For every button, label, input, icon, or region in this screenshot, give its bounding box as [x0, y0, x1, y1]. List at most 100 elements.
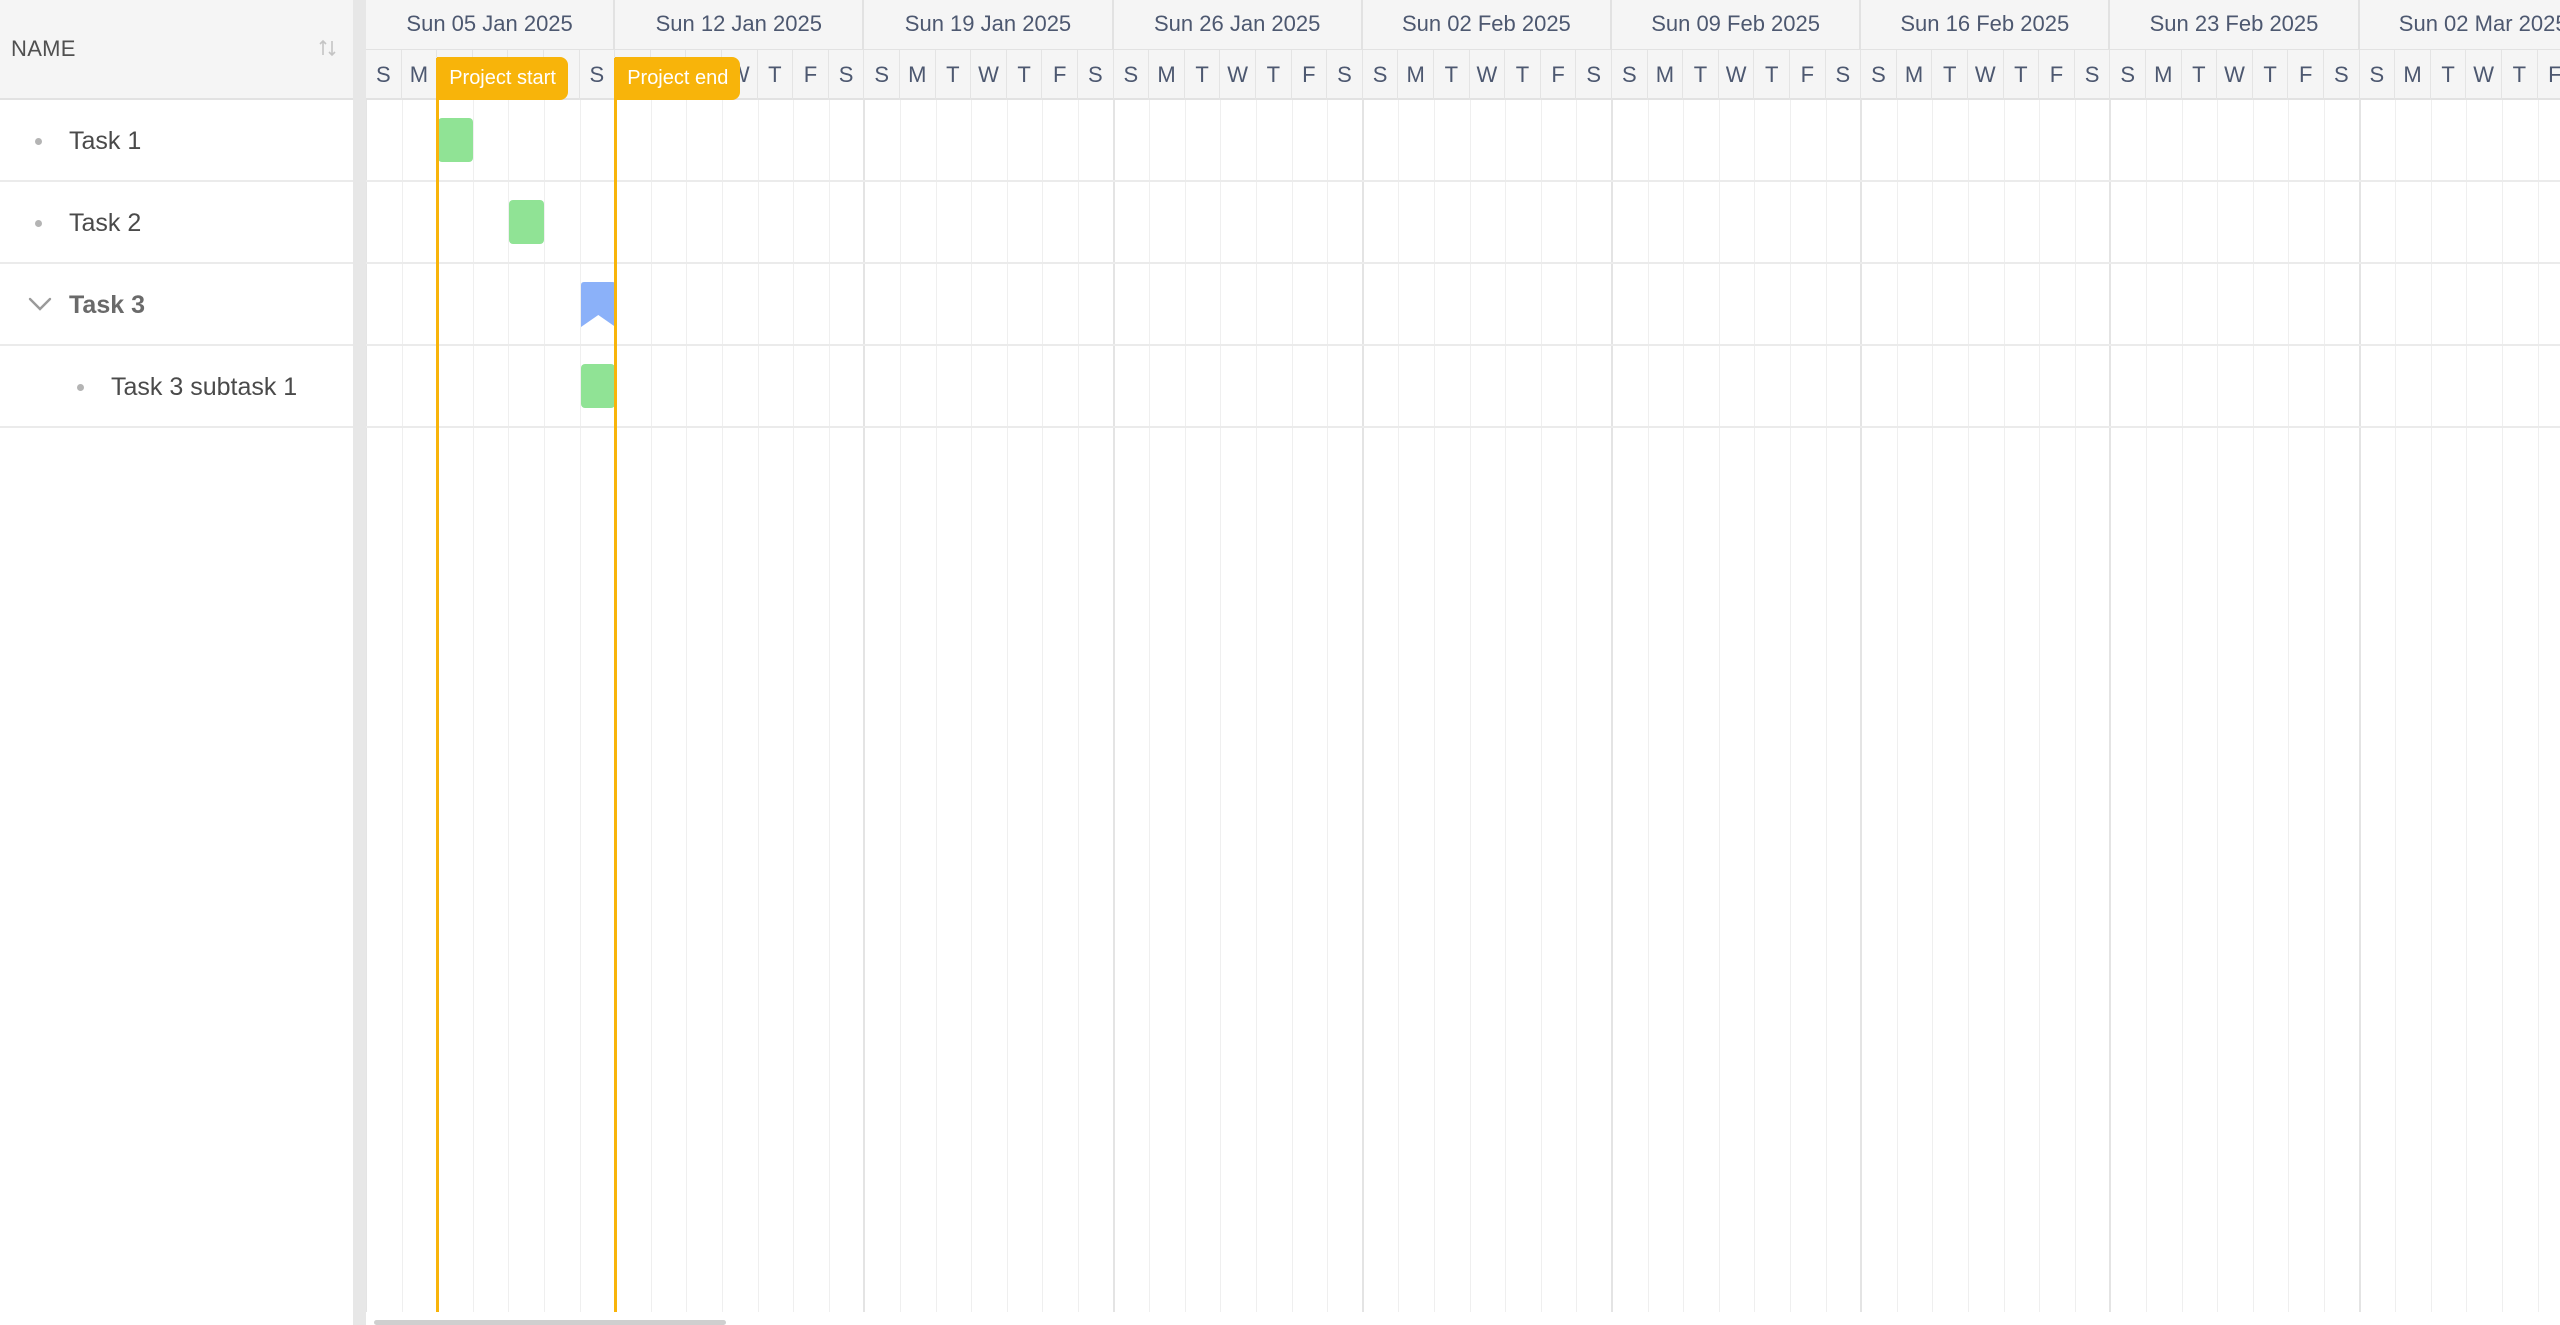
week-header-cell: Sun 12 Jan 2025	[615, 0, 865, 50]
grid-column-line	[2003, 100, 2005, 1312]
grid-column-line	[1398, 100, 1400, 1312]
day-header-cell: S	[1612, 50, 1648, 100]
chevron-down-icon[interactable]	[26, 294, 54, 314]
day-header-cell: T	[1185, 50, 1221, 100]
day-header-cell: W	[1719, 50, 1755, 100]
week-header-cell: Sun 16 Feb 2025	[1861, 0, 2111, 50]
gantt-app: NAME Task 1 Task 2 Task 3 Task 3 subtask 1 …	[0, 0, 2560, 1325]
grid-column-line	[1896, 100, 1898, 1312]
grid-column-line	[2395, 100, 2397, 1312]
grid-column-line	[1434, 100, 1435, 1312]
week-header-cell: Sun 09 Feb 2025	[1612, 0, 1862, 50]
grid-row[interactable]: Task 3 subtask 1	[0, 346, 353, 428]
grid-column-line	[863, 100, 866, 1312]
grid-row-line	[366, 180, 2560, 182]
day-header-cell: W	[1968, 50, 2004, 100]
day-header-cell: M	[900, 50, 936, 100]
grid-column-line	[1647, 100, 1649, 1312]
horizontal-scrollbar-thumb[interactable]	[374, 1320, 726, 1325]
grid-column-line	[1505, 100, 1507, 1312]
grid-column-line	[935, 100, 937, 1312]
day-header-cell: F	[793, 50, 829, 100]
grid-column-line	[1968, 100, 1969, 1312]
day-header-cell: T	[1007, 50, 1043, 100]
task-bar[interactable]	[509, 200, 544, 244]
grid-column-line	[1291, 100, 1293, 1312]
day-header-cell: T	[2004, 50, 2040, 100]
grid-column-line	[2324, 100, 2325, 1312]
grid-column-line	[401, 100, 403, 1312]
grid-column-line	[2430, 100, 2432, 1312]
task-name: Task 3 subtask 1	[111, 373, 298, 401]
grid-column-line	[2252, 100, 2254, 1312]
grid-column-line	[1860, 100, 1863, 1312]
day-header-cell: M	[1398, 50, 1434, 100]
task-bar[interactable]	[580, 364, 616, 408]
project-marker-label[interactable]: Project end	[615, 57, 741, 100]
day-header-cell: M	[2395, 50, 2431, 100]
grid-column-line	[1683, 100, 1685, 1312]
day-header-cell: S	[1078, 50, 1114, 100]
grid-column-line	[1540, 100, 1542, 1312]
name-column-header[interactable]: NAME	[11, 36, 76, 62]
day-header-cell: W	[971, 50, 1007, 100]
day-header-cell: F	[2288, 50, 2324, 100]
day-header-cell: T	[1754, 50, 1790, 100]
grid-column-line	[900, 100, 901, 1312]
grid-column-line	[1220, 100, 1222, 1312]
day-header-cell: S	[829, 50, 865, 100]
day-header-cell: F	[2538, 50, 2560, 100]
grid-column-line	[1184, 100, 1186, 1312]
grid-row[interactable]: Task 1	[0, 100, 353, 182]
grid-column-line	[2466, 100, 2468, 1312]
grid-column-line	[757, 100, 759, 1312]
day-header-cell: T	[758, 50, 794, 100]
day-header-cell: F	[1292, 50, 1328, 100]
grid-column-line	[2217, 100, 2219, 1312]
grid-column-line	[1469, 100, 1471, 1312]
grid-column-line	[1006, 100, 1008, 1312]
grid-row[interactable]: Task 3	[0, 264, 353, 346]
grid-column-line	[1042, 100, 1044, 1312]
day-header-cell: S	[1363, 50, 1399, 100]
grid-column-line	[508, 100, 510, 1312]
grid-column-line	[472, 100, 474, 1312]
grid-column-line	[793, 100, 795, 1312]
grid-column-line	[1112, 100, 1115, 1312]
grid-column-line	[2288, 100, 2290, 1312]
day-header-cell: M	[402, 50, 438, 100]
grid-column-line	[650, 100, 652, 1312]
task-bar[interactable]	[438, 118, 473, 162]
grid-header: NAME	[0, 0, 353, 100]
sort-icon[interactable]	[318, 38, 338, 60]
project-marker-line	[614, 58, 618, 1312]
grid-column-line	[1576, 100, 1578, 1312]
grid-column-line	[1327, 100, 1329, 1312]
row-bullet	[35, 220, 42, 227]
grid-column-line	[2502, 100, 2503, 1312]
grid-column-line	[2181, 100, 2183, 1312]
grid-column-line	[2358, 100, 2361, 1312]
grid-splitter[interactable]	[353, 0, 366, 1325]
grid-row[interactable]: Task 2	[0, 182, 353, 264]
day-header-cell: T	[1683, 50, 1719, 100]
day-header-cell: F	[1042, 50, 1078, 100]
day-header-cell: W	[1220, 50, 1256, 100]
day-header-cell: W	[2466, 50, 2502, 100]
week-header-cell: Sun 05 Jan 2025	[366, 0, 616, 50]
day-header-cell: F	[2039, 50, 2075, 100]
row-bullet	[77, 384, 84, 391]
grid-column-line	[1754, 100, 1756, 1312]
grid-column-line	[1256, 100, 1257, 1312]
day-header-cell: S	[864, 50, 900, 100]
summary-task-bar[interactable]	[580, 282, 616, 327]
horizontal-scrollbar[interactable]	[366, 1312, 2560, 1325]
day-header-cell: T	[2182, 50, 2218, 100]
task-name: Task 3	[69, 291, 145, 319]
project-marker-label[interactable]: Project start	[437, 57, 568, 100]
day-header-cell: T	[1505, 50, 1541, 100]
day-header-cell: S	[2324, 50, 2360, 100]
grid-column-line	[722, 100, 723, 1312]
week-header-cell: Sun 19 Jan 2025	[864, 0, 1114, 50]
day-header-cell: T	[1932, 50, 1968, 100]
